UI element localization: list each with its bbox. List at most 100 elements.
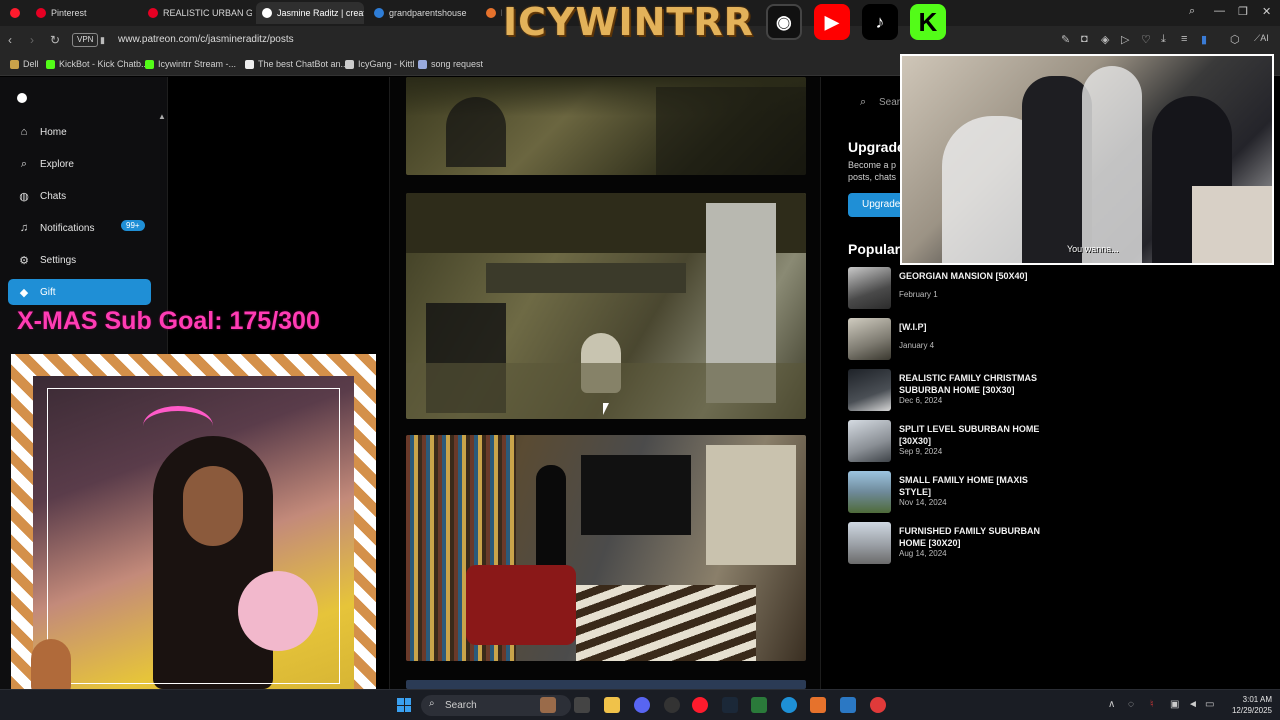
obs-icon[interactable] [664, 697, 680, 713]
microphone-icon[interactable]: ♮ [1150, 699, 1154, 710]
kick-icon: K [909, 4, 946, 40]
excel-icon[interactable] [751, 697, 767, 713]
tray-overflow-icon[interactable]: ∧ [1108, 699, 1115, 710]
vpn-badge[interactable]: VPN [72, 33, 99, 47]
minimize-icon[interactable]: — [1214, 5, 1225, 17]
lock-icon[interactable]: ▮ [100, 35, 105, 46]
popular-date: Aug 14, 2024 [899, 549, 947, 558]
popular-date: February 1 [899, 290, 938, 299]
popular-title: SPLIT LEVEL SUBURBAN HOME [30X30] [899, 424, 1040, 446]
pinterest-icon [148, 8, 158, 18]
post-image-den[interactable] [406, 435, 806, 661]
popular-item[interactable]: REALISTIC FAMILY CHRISTMAS SUBURBAN HOME… [848, 369, 1148, 411]
popular-title: REALISTIC FAMILY CHRISTMAS SUBURBAN HOME… [899, 373, 1038, 395]
taskbar-app-icon-red[interactable] [870, 697, 886, 713]
system-clock[interactable]: 3:01 AM 12/29/2025 [1222, 694, 1272, 716]
cube-icon[interactable]: ⬡ [1230, 33, 1240, 46]
webcam-inner-border [47, 388, 340, 684]
tray-icon[interactable]: ◌ [1128, 699, 1134, 710]
taskbar-game-icon[interactable] [540, 697, 556, 713]
ai-icon[interactable]: ⟋AI [1254, 33, 1269, 44]
popular-title: FURNISHED FAMILY SUBURBAN HOME [30X20] [899, 526, 1041, 548]
patreon-logo[interactable] [17, 93, 27, 103]
bookmark-dell[interactable]: Dell [10, 59, 39, 69]
opera-icon [10, 8, 20, 18]
post-image-kitchen[interactable] [406, 193, 806, 419]
play-icon[interactable]: ▷ [1121, 33, 1129, 46]
sidebar-item-label: Settings [40, 254, 77, 266]
bookmark-kickbot[interactable]: KickBot - Kick Chatb... [46, 59, 149, 69]
popular-item[interactable]: SMALL FAMILY HOME [MAXIS STYLE] Nov 14, … [848, 471, 1148, 513]
channel-logo-text: ICYWINTRR [503, 0, 754, 44]
sidebar-item-explore[interactable]: ⌕ Explore [8, 151, 151, 177]
popular-heading: Popular [848, 241, 901, 257]
battery-icon[interactable]: ▭ [1205, 699, 1214, 710]
post-feed[interactable] [389, 77, 821, 689]
collapse-sidebar-icon[interactable]: ▲ [158, 112, 166, 121]
sidebar-item-notifications[interactable]: ♫ Notifications 99+ [8, 215, 151, 241]
sidebar-item-chats[interactable]: ◍ Chats [8, 183, 151, 209]
bookmark-chatbot[interactable]: The best ChatBot an... [245, 59, 348, 69]
download-icon[interactable]: ⤓ [1161, 33, 1166, 46]
tab-pinterest[interactable]: Pinterest [30, 2, 138, 24]
forward-icon[interactable]: › [30, 33, 34, 47]
opera-menu-button[interactable] [4, 2, 26, 24]
shield-icon[interactable]: ◈ [1101, 33, 1109, 46]
search-tabs-icon[interactable]: ⌕ [1189, 5, 1195, 18]
bell-icon: ♫ [19, 222, 29, 234]
photos-icon[interactable] [840, 697, 856, 713]
tab-patreon[interactable]: Jasmine Raditz | creating [256, 2, 364, 24]
url-field[interactable]: www.patreon.com/c/jasmineraditz/posts [118, 34, 294, 45]
sidebar-item-gift[interactable]: ◆ Gift [8, 279, 151, 305]
maximize-icon[interactable]: ❐ [1238, 5, 1248, 18]
search-icon[interactable]: ⌕ [860, 96, 866, 109]
stream-logo-banner: ICYWINTRR ◉ ▶ ♪ K [503, 0, 946, 44]
windows-start-icon[interactable] [397, 698, 411, 712]
taskbar-app-icon-orange[interactable] [810, 697, 826, 713]
tab-icon [486, 8, 496, 18]
webcam-feed [33, 376, 354, 689]
music-icon [418, 59, 427, 69]
popular-thumbnail [848, 369, 891, 411]
back-icon[interactable]: ‹ [8, 33, 12, 47]
folder-icon [10, 59, 19, 69]
extension-icon[interactable]: ▮ [1201, 33, 1207, 46]
edit-icon[interactable]: ✎ [1061, 33, 1070, 46]
bookmark-icygang[interactable]: IcyGang - Kittl [345, 59, 415, 69]
pinterest-icon [36, 8, 46, 18]
discord-icon[interactable] [634, 697, 650, 713]
opera-icon[interactable] [692, 697, 708, 713]
steam-icon[interactable] [722, 697, 738, 713]
network-icon[interactable]: ▣ [1170, 699, 1179, 710]
popular-title: [W.I.P] [899, 322, 927, 332]
popular-item[interactable]: GEORGIAN MANSION [50X40] February 1 [848, 267, 1148, 309]
post-image-next[interactable] [406, 680, 806, 689]
popular-item[interactable]: [W.I.P] January 4 [848, 318, 1148, 360]
menu-icon[interactable]: ≡ [1181, 33, 1187, 45]
tab-realistic-urban[interactable]: REALISTIC URBAN GRANE [142, 2, 252, 24]
taskbar-app-icon[interactable] [574, 697, 590, 713]
post-image-living-room[interactable] [406, 77, 806, 175]
bookmark-song-request[interactable]: song request [418, 59, 483, 69]
volume-icon[interactable]: ◄ [1188, 699, 1198, 710]
close-icon[interactable]: ✕ [1262, 5, 1271, 18]
popular-item[interactable]: FURNISHED FAMILY SUBURBAN HOME [30X20] A… [848, 522, 1148, 564]
search-input[interactable]: Sear [879, 97, 900, 108]
reload-icon[interactable]: ↻ [50, 33, 60, 47]
popular-item[interactable]: SPLIT LEVEL SUBURBAN HOME [30X30] Sep 9,… [848, 420, 1148, 462]
tab-po[interactable]: Po [480, 2, 502, 24]
popular-date: Sep 9, 2024 [899, 447, 943, 456]
file-explorer-icon[interactable] [604, 697, 620, 713]
heart-icon[interactable]: ♡ [1141, 33, 1151, 46]
sub-goal-overlay: X-MAS Sub Goal: 175/300 [17, 307, 320, 335]
sidebar-item-home[interactable]: ⌂ Home [8, 119, 151, 145]
popular-date: January 4 [899, 341, 935, 350]
bookmark-icywintrr[interactable]: Icywintrr Stream -... [145, 59, 236, 69]
upgrade-description: Become a p posts, chats [848, 160, 897, 182]
sidebar-item-settings[interactable]: ⚙ Settings [8, 247, 151, 273]
sidebar-item-label: Notifications [40, 222, 95, 234]
edge-icon[interactable] [781, 697, 797, 713]
popular-date: Dec 6, 2024 [899, 396, 943, 405]
camera-icon[interactable]: ◘ [1081, 33, 1088, 45]
tab-grandparentshouse[interactable]: grandparentshouse [368, 2, 476, 24]
